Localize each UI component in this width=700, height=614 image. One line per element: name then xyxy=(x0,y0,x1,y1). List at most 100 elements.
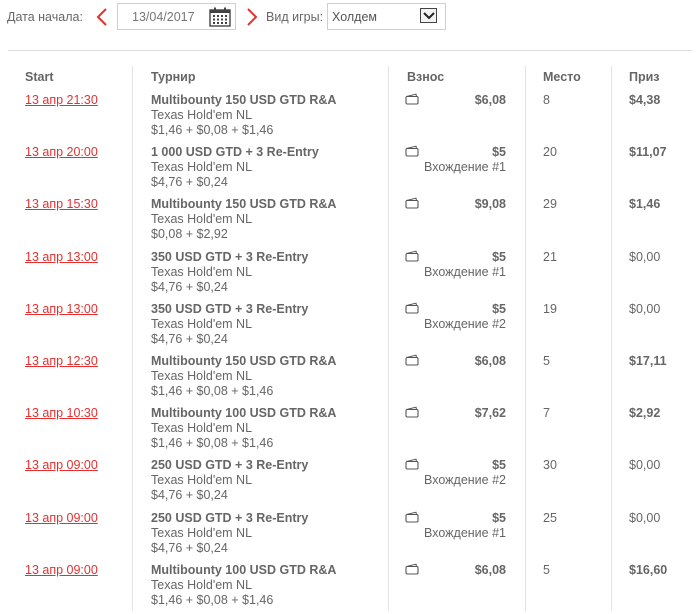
column-header-start: Start xyxy=(25,70,54,84)
date-field[interactable]: 13/04/2017 xyxy=(117,3,236,30)
start-time-link[interactable]: 13 апр 20:00 xyxy=(25,145,98,159)
start-time-link[interactable]: 13 апр 10:30 xyxy=(25,406,98,420)
wallet-icon[interactable] xyxy=(405,197,419,212)
wallet-icon[interactable] xyxy=(405,563,419,578)
tournament-name: 1 000 USD GTD + 3 Re-Entry xyxy=(151,145,319,160)
prize-value: $0,00 xyxy=(629,249,661,264)
prize-value: $17,11 xyxy=(629,353,667,368)
start-time-link[interactable]: 13 апр 09:00 xyxy=(25,458,98,472)
prize-value: $16,60 xyxy=(629,562,668,577)
chevron-down-icon xyxy=(423,12,435,20)
start-time-link[interactable]: 13 апр 13:00 xyxy=(25,250,98,264)
column-header-prize: Приз xyxy=(629,70,660,84)
column-header-place: Место xyxy=(543,70,581,84)
game-type: Texas Hold'em NL xyxy=(151,577,253,592)
game-type: Texas Hold'em NL xyxy=(151,108,253,122)
prev-date-button[interactable] xyxy=(95,7,109,27)
entry-number: Вхождение #1 xyxy=(424,525,506,540)
table-row: 13 апр 15:30 Multibounty 150 USD GTD R&A… xyxy=(0,196,700,248)
fee-breakdown: $0,08 + $2,92 xyxy=(151,227,228,242)
game-type: Texas Hold'em NL xyxy=(151,368,253,383)
fee-breakdown: $4,76 + $0,24 xyxy=(151,540,228,555)
wallet-icon[interactable] xyxy=(405,458,419,473)
tournament-name: 350 USD GTD + 3 Re-Entry xyxy=(151,301,309,316)
start-time-link[interactable]: 13 апр 13:00 xyxy=(25,302,98,316)
buyin-amount: $6,08 xyxy=(474,353,506,368)
entry-number: Вхождение #2 xyxy=(424,473,506,488)
chevron-right-icon xyxy=(247,8,258,26)
wallet-icon[interactable] xyxy=(405,93,419,108)
prize-value: $2,92 xyxy=(629,406,661,421)
place-value: 30 xyxy=(543,458,557,473)
game-type: Texas Hold'em NL xyxy=(151,212,253,227)
buyin-amount: $5 xyxy=(492,458,506,473)
game-type-label: Вид игры: xyxy=(266,10,324,24)
chevron-left-icon xyxy=(96,8,107,26)
wallet-icon[interactable] xyxy=(405,250,419,265)
start-time-link[interactable]: 13 апр 15:30 xyxy=(25,197,98,211)
buyin-amount: $6,08 xyxy=(474,562,506,577)
prize-value: $0,00 xyxy=(629,510,661,525)
buyin-amount: $7,62 xyxy=(474,406,506,421)
game-type: Texas Hold'em NL xyxy=(151,525,253,540)
game-type: Texas Hold'em NL xyxy=(151,316,253,331)
place-value: 25 xyxy=(543,510,557,525)
place-value: 19 xyxy=(543,301,557,316)
entry-number: Вхождение #2 xyxy=(424,316,506,331)
date-value: 13/04/2017 xyxy=(132,10,195,24)
prize-value: $0,00 xyxy=(629,458,661,473)
table-header: Start Турнир Взнос Место Приз xyxy=(0,70,700,90)
place-value: 7 xyxy=(543,406,550,421)
date-label: Дата начала: xyxy=(7,10,83,24)
wallet-icon[interactable] xyxy=(405,406,419,421)
table-row: 13 апр 10:30 Multibounty 100 USD GTD R&A… xyxy=(0,405,700,457)
fee-breakdown: $4,76 + $0,24 xyxy=(151,488,228,503)
place-value: 5 xyxy=(543,353,550,368)
tournament-name: 250 USD GTD + 3 Re-Entry xyxy=(151,458,309,473)
fee-breakdown: $4,76 + $0,24 xyxy=(151,175,228,190)
wallet-icon[interactable] xyxy=(405,145,419,160)
start-time-link[interactable]: 13 апр 09:00 xyxy=(25,511,98,525)
start-time-link[interactable]: 13 апр 21:30 xyxy=(25,93,98,107)
wallet-icon[interactable] xyxy=(405,511,419,526)
table-row: 13 апр 13:00 350 USD GTD + 3 Re-Entry Te… xyxy=(0,301,700,353)
fee-breakdown: $1,46 + $0,08 + $1,46 xyxy=(151,436,274,451)
tournament-name: Multibounty 100 USD GTD R&A xyxy=(151,406,337,421)
buyin-amount: $6,08 xyxy=(474,93,506,107)
place-value: 8 xyxy=(543,93,550,107)
buyin-amount: $9,08 xyxy=(474,197,506,212)
game-type-select[interactable]: Холдем xyxy=(327,3,446,30)
start-time-link[interactable]: 13 апр 09:00 xyxy=(25,563,98,577)
game-type-value: Холдем xyxy=(332,10,378,24)
game-type: Texas Hold'em NL xyxy=(151,264,253,279)
entry-number: Вхождение #1 xyxy=(424,264,506,279)
fee-breakdown: $4,76 + $0,24 xyxy=(151,279,228,294)
tournament-table: 13 апр 21:30 Multibounty 150 USD GTD R&A… xyxy=(0,92,700,614)
tournament-name: Multibounty 150 USD GTD R&A xyxy=(151,93,337,107)
toolbar-divider xyxy=(8,50,692,51)
table-row: 13 апр 12:30 Multibounty 150 USD GTD R&A… xyxy=(0,353,700,405)
prize-value: $1,46 xyxy=(629,197,661,212)
place-value: 21 xyxy=(543,249,557,264)
prize-value: $11,07 xyxy=(629,145,667,160)
tournament-name: Multibounty 150 USD GTD R&A xyxy=(151,353,337,368)
buyin-amount: $5 xyxy=(492,510,506,525)
calendar-icon[interactable] xyxy=(209,7,231,30)
wallet-icon[interactable] xyxy=(405,354,419,369)
table-row: 13 апр 13:00 350 USD GTD + 3 Re-Entry Te… xyxy=(0,249,700,301)
start-time-link[interactable]: 13 апр 12:30 xyxy=(25,354,98,368)
tournament-name: 350 USD GTD + 3 Re-Entry xyxy=(151,249,309,264)
column-header-buyin: Взнос xyxy=(407,70,445,84)
tournament-name: Multibounty 150 USD GTD R&A xyxy=(151,197,337,212)
entry-number: Вхождение #1 xyxy=(424,160,506,175)
fee-breakdown: $4,76 + $0,24 xyxy=(151,331,228,346)
column-header-tournament: Турнир xyxy=(151,70,196,84)
buyin-amount: $5 xyxy=(492,145,506,160)
buyin-amount: $5 xyxy=(492,301,506,316)
tournament-name: 250 USD GTD + 3 Re-Entry xyxy=(151,510,309,525)
next-date-button[interactable] xyxy=(245,7,259,27)
table-row: 13 апр 09:00 Multibounty 100 USD GTD R&A… xyxy=(0,562,700,614)
prize-value: $0,00 xyxy=(629,301,661,316)
dropdown-button[interactable] xyxy=(420,8,437,23)
wallet-icon[interactable] xyxy=(405,302,419,317)
